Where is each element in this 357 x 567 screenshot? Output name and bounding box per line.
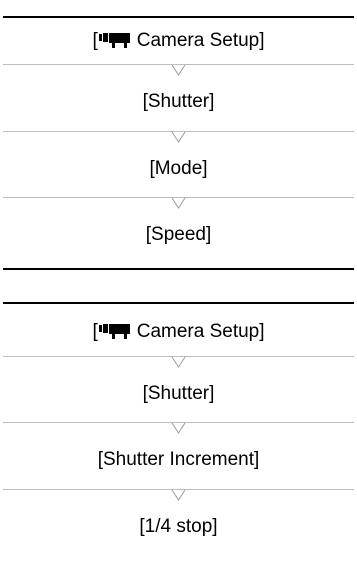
step-label: [1/4 stop] xyxy=(139,516,218,537)
step-camera-setup: [ Camera Setup] xyxy=(3,29,354,53)
step-divider xyxy=(3,64,354,78)
step-divider xyxy=(3,197,354,211)
menu-path-1: [ Camera Setup] [Shutter] [Mode] [Speed] xyxy=(3,0,354,271)
step-label: [Shutter] xyxy=(142,383,215,404)
step-label: Camera Setup] xyxy=(136,30,265,51)
step-quarter-stop: [1/4 stop] xyxy=(3,515,354,539)
step-label: [Speed] xyxy=(145,224,212,245)
step-label: [Shutter] xyxy=(142,91,215,112)
step-label: Camera Setup] xyxy=(136,321,265,342)
bracket-open: [ xyxy=(92,30,98,51)
movie-camera-icon xyxy=(98,31,133,55)
step-mode: [Mode] xyxy=(3,157,354,181)
step-divider xyxy=(3,422,354,436)
movie-camera-icon xyxy=(98,322,133,346)
step-divider xyxy=(3,131,354,145)
step-divider xyxy=(3,489,354,503)
step-shutter: [Shutter] xyxy=(3,382,354,406)
step-camera-setup: [ Camera Setup] xyxy=(3,320,354,344)
step-shutter-increment: [Shutter Increment] xyxy=(3,448,354,472)
step-shutter: [Shutter] xyxy=(3,90,354,114)
step-speed: [Speed] xyxy=(3,223,354,247)
menu-path-2: [ Camera Setup] [Shutter] [Shutter Incre… xyxy=(3,302,354,567)
step-label: [Shutter Increment] xyxy=(97,449,260,470)
step-divider xyxy=(3,356,354,370)
step-label: [Mode] xyxy=(149,158,208,179)
top-rule xyxy=(3,302,354,304)
bottom-rule xyxy=(3,268,354,270)
bracket-open: [ xyxy=(92,321,98,342)
top-rule xyxy=(3,16,354,18)
